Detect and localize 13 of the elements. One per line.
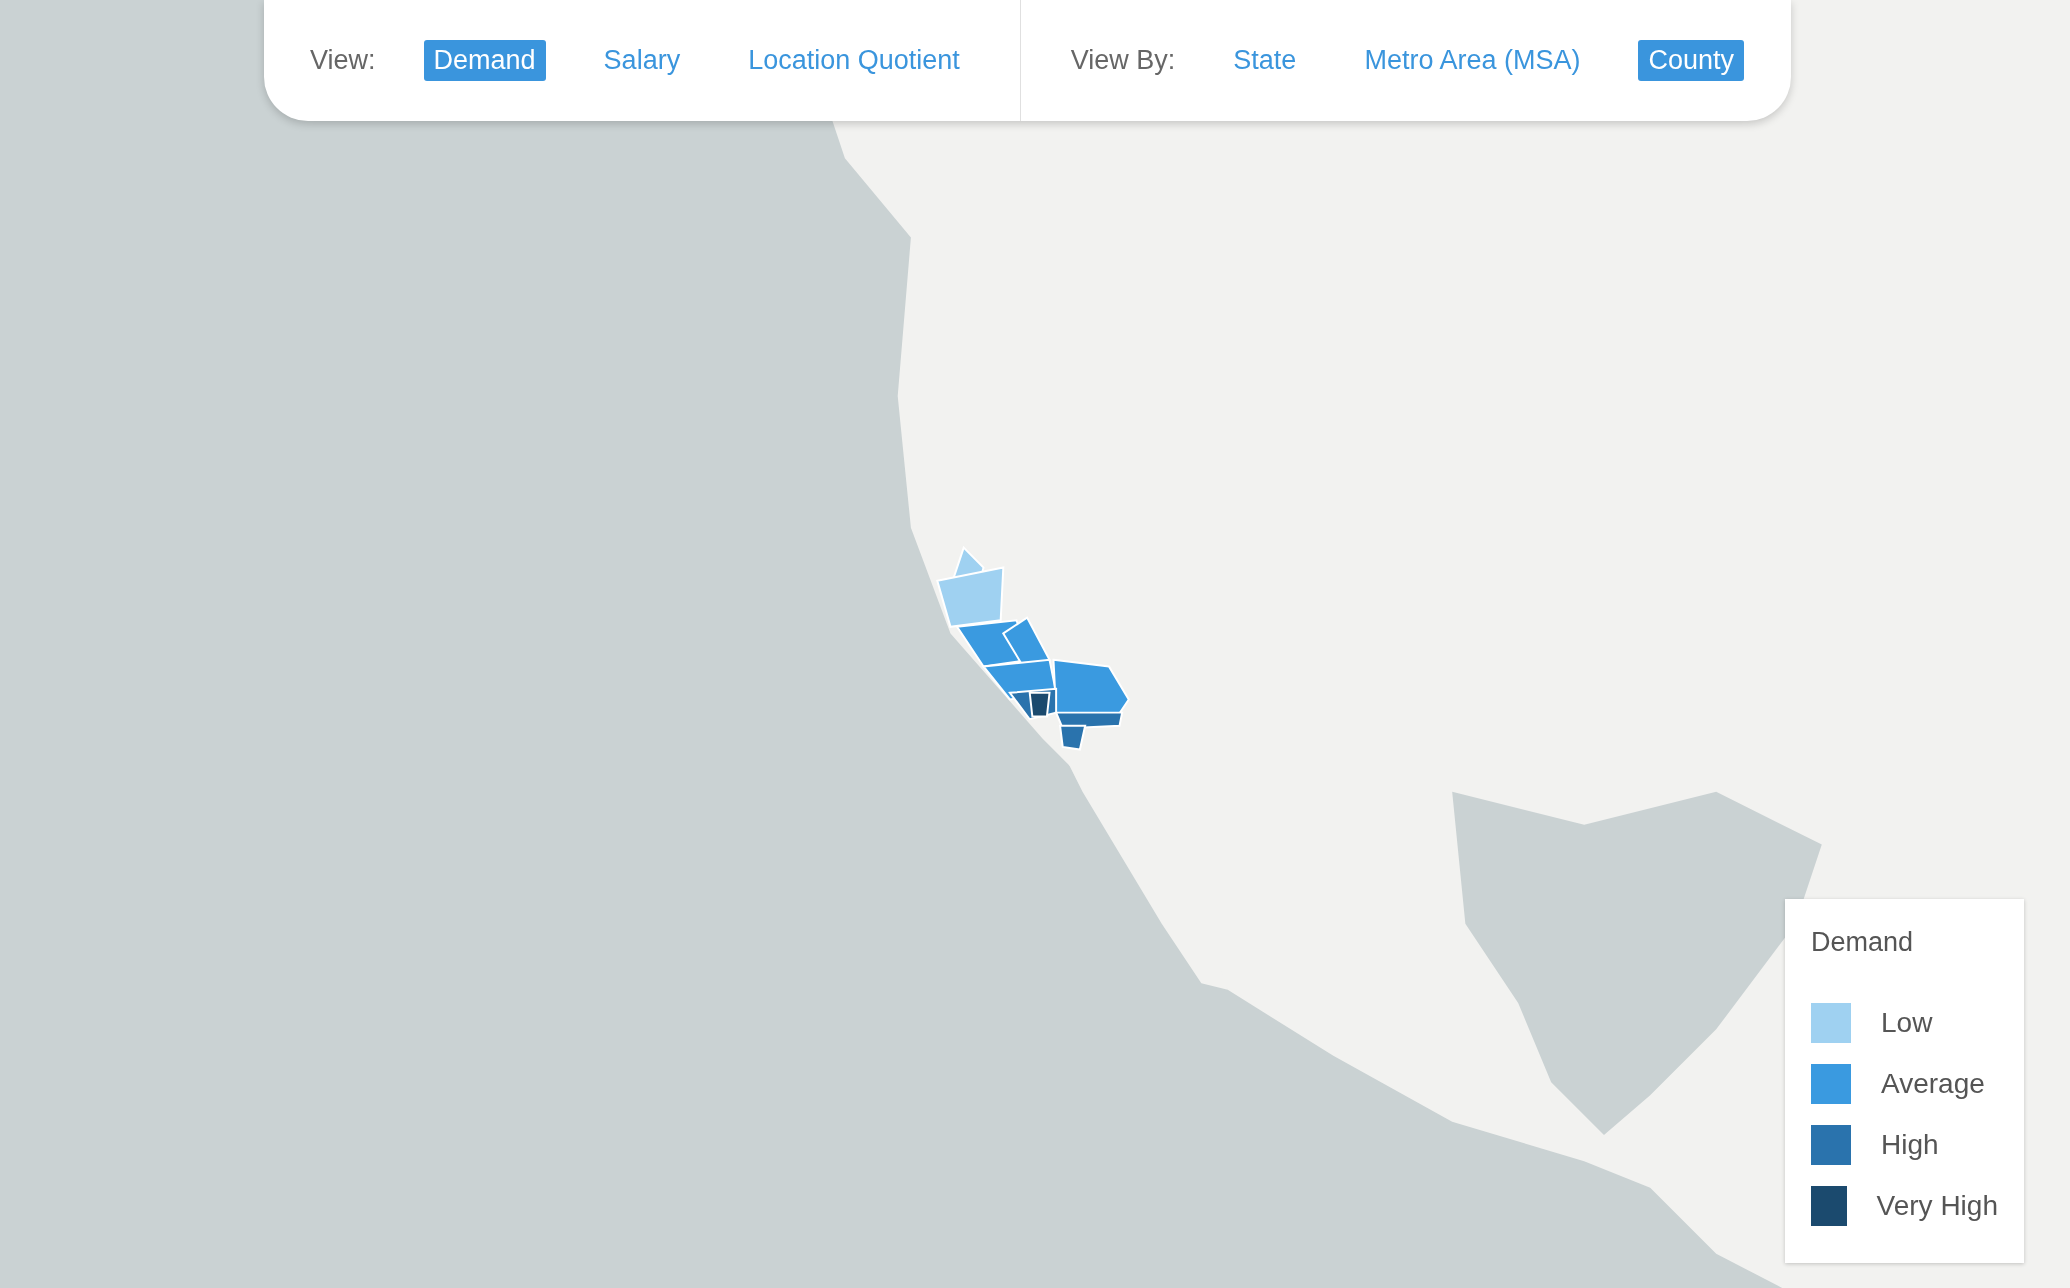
view-option-tab[interactable]: Location Quotient [738, 40, 970, 81]
legend-label: Average [1881, 1067, 1985, 1100]
view-option-tab[interactable]: State [1223, 40, 1307, 81]
legend-label: Very High [1876, 1189, 1998, 1222]
view-option-tab[interactable]: County [1638, 40, 1744, 81]
view-option-tab[interactable]: Demand [423, 40, 546, 81]
legend-title: Demand [1811, 927, 1915, 958]
view-option-tab[interactable]: Metro Area (MSA) [1354, 40, 1591, 81]
view-by-label: View By: [1070, 45, 1176, 76]
view-label: View: [310, 45, 376, 76]
view-option-tab[interactable]: Salary [593, 40, 691, 81]
legend-label: High [1881, 1128, 1939, 1161]
legend-label: Low [1881, 1006, 1933, 1039]
